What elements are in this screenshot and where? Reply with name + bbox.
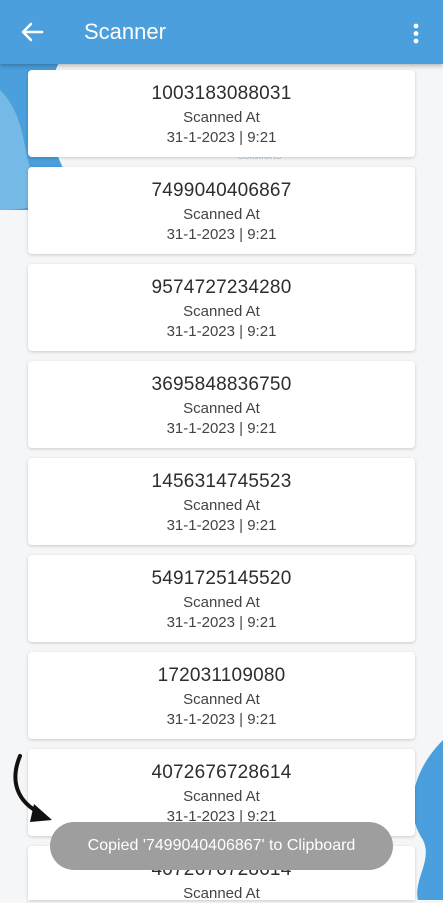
scanned-at-label: Scanned At (183, 206, 260, 223)
scan-card[interactable]: 3695848836750 Scanned At 31-1-2023 | 9:2… (28, 361, 415, 448)
scan-timestamp: 31-1-2023 | 9:21 (166, 517, 277, 534)
scanned-at-label: Scanned At (183, 497, 260, 514)
scanned-at-label: Scanned At (183, 885, 260, 902)
scan-code: 4072676728614 (151, 762, 292, 783)
scan-timestamp: 31-1-2023 | 9:21 (166, 420, 277, 437)
more-vert-icon (413, 23, 419, 44)
scanned-at-label: Scanned At (183, 400, 260, 417)
page-title: Scanner (84, 19, 166, 44)
scan-code: 1456314745523 (151, 471, 292, 492)
scan-card[interactable]: 5491725145520 Scanned At 31-1-2023 | 9:2… (28, 555, 415, 642)
scan-code: 7499040406867 (151, 180, 292, 201)
app-bar: Scanner (0, 0, 443, 64)
scanned-at-label: Scanned At (183, 303, 260, 320)
scan-card[interactable]: 172031109080 Scanned At 31-1-2023 | 9:21 (28, 652, 415, 739)
scan-timestamp: 31-1-2023 | 9:21 (166, 711, 277, 728)
scan-timestamp: 31-1-2023 | 9:21 (166, 614, 277, 631)
scan-card[interactable]: 7499040406867 Scanned At 31-1-2023 | 9:2… (28, 167, 415, 254)
scanned-at-label: Scanned At (183, 691, 260, 708)
copied-toast: Copied '7499040406867' to Clipboard (50, 822, 393, 870)
scan-code: 3695848836750 (151, 374, 292, 395)
scanned-at-label: Scanned At (183, 788, 260, 805)
curved-arrow-icon (13, 754, 52, 822)
scan-timestamp: 31-1-2023 | 9:21 (166, 226, 277, 243)
scan-code: 1003183088031 (151, 83, 292, 104)
more-options-button[interactable] (398, 16, 434, 52)
scan-code: 172031109080 (157, 665, 286, 686)
scan-card[interactable]: 1456314745523 Scanned At 31-1-2023 | 9:2… (28, 458, 415, 545)
scan-card[interactable]: 9574727234280 Scanned At 31-1-2023 | 9:2… (28, 264, 415, 351)
scan-code: 9574727234280 (151, 277, 292, 298)
scan-code: 5491725145520 (151, 568, 292, 589)
back-button[interactable] (14, 14, 50, 50)
scanned-at-label: Scanned At (183, 109, 260, 126)
scan-timestamp: 31-1-2023 | 9:21 (166, 129, 277, 146)
arrow-left-icon (21, 22, 44, 42)
scanned-at-label: Scanned At (183, 594, 260, 611)
scan-timestamp: 31-1-2023 | 9:21 (166, 323, 277, 340)
scan-card[interactable]: 1003183088031 Scanned At 31-1-2023 | 9:2… (28, 70, 415, 157)
